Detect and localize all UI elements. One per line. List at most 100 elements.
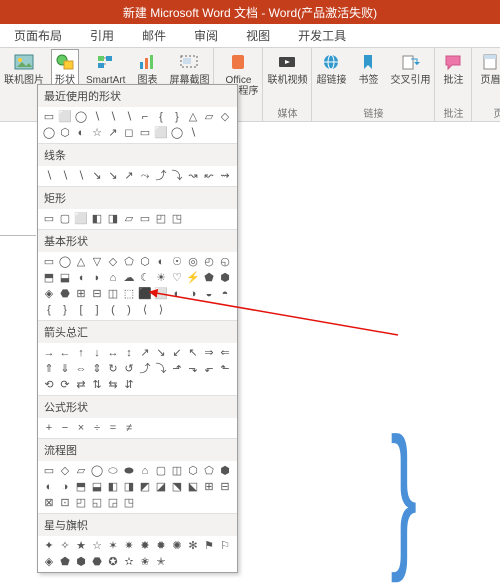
shape-item[interactable]: ▭ — [42, 110, 56, 124]
shape-item[interactable]: → — [42, 346, 56, 360]
brace-shape[interactable]: } — [390, 402, 417, 586]
online-video-button[interactable]: 联机视频 — [267, 50, 307, 86]
shape-item[interactable]: ✸ — [138, 539, 152, 553]
shape-item[interactable]: ∖ — [90, 110, 104, 124]
shape-item[interactable]: ▽ — [90, 255, 104, 269]
shape-item[interactable]: ◇ — [218, 110, 232, 124]
shape-item[interactable]: ◧ — [106, 480, 120, 494]
shape-item[interactable]: ⊡ — [58, 496, 72, 510]
shape-item[interactable]: ∖ — [122, 110, 136, 124]
hyperlink-button[interactable]: 超链接 — [316, 50, 346, 86]
shape-item[interactable]: ⬜ — [154, 126, 168, 140]
shape-item[interactable]: { — [154, 110, 168, 124]
tab-references[interactable]: 引用 — [76, 24, 128, 47]
shape-item[interactable]: ⬢ — [218, 271, 232, 285]
shape-item[interactable]: ≠ — [122, 421, 136, 435]
shape-item[interactable]: ⟩ — [154, 303, 168, 317]
shape-item[interactable]: ⬠ — [122, 255, 136, 269]
shape-item[interactable]: ✫ — [122, 555, 136, 569]
shape-item[interactable]: ▱ — [202, 110, 216, 124]
shape-item[interactable]: ↕ — [122, 346, 136, 360]
shape-item[interactable]: ⬒ — [74, 480, 88, 494]
shape-item[interactable]: ⬑ — [218, 362, 232, 376]
comment-button[interactable]: 批注 — [439, 50, 467, 86]
shape-item[interactable]: ◫ — [106, 287, 120, 301]
shape-item[interactable]: ⇑ — [42, 362, 56, 376]
tab-review[interactable]: 审阅 — [180, 24, 232, 47]
shape-item[interactable]: ∖ — [58, 169, 72, 183]
shape-item[interactable]: ∖ — [106, 110, 120, 124]
shape-item[interactable]: ∖ — [74, 169, 88, 183]
tab-developer[interactable]: 开发工具 — [284, 24, 360, 47]
shape-item[interactable]: ⬣ — [90, 555, 104, 569]
online-pictures-button[interactable]: 联机图片 — [4, 50, 44, 86]
shape-item[interactable]: ⬔ — [170, 480, 184, 494]
shape-item[interactable]: ◪ — [154, 480, 168, 494]
shape-item[interactable]: ⬜ — [154, 287, 168, 301]
shape-item[interactable]: ⚑ — [202, 539, 216, 553]
shape-item[interactable]: ( — [106, 303, 120, 317]
shape-item[interactable]: ◻ — [122, 126, 136, 140]
shape-item[interactable]: ↝ — [186, 169, 200, 183]
crossref-button[interactable]: 交叉引用 — [390, 50, 430, 86]
shape-item[interactable]: ⬡ — [138, 255, 152, 269]
shape-item[interactable]: − — [58, 421, 72, 435]
shape-item[interactable]: ⇄ — [74, 378, 88, 392]
shape-item[interactable]: ◰ — [154, 212, 168, 226]
shape-item[interactable]: ↻ — [106, 362, 120, 376]
shape-item[interactable]: ← — [58, 346, 72, 360]
shape-item[interactable]: ✬ — [138, 555, 152, 569]
shape-item[interactable]: ⌂ — [138, 464, 152, 478]
shape-item[interactable]: ◓ — [218, 287, 232, 301]
shape-item[interactable]: ☾ — [138, 271, 152, 285]
shape-item[interactable]: ✷ — [122, 539, 136, 553]
shape-item[interactable]: ◈ — [42, 555, 56, 569]
shape-item[interactable]: ⬠ — [202, 464, 216, 478]
shape-item[interactable]: ◳ — [122, 496, 136, 510]
shape-item[interactable]: ⤴ — [154, 169, 168, 183]
shape-item[interactable]: ∖ — [186, 126, 200, 140]
shape-item[interactable]: ⇵ — [122, 378, 136, 392]
shape-item[interactable]: ⊟ — [218, 480, 232, 494]
shape-item[interactable]: ⊠ — [42, 496, 56, 510]
shape-item[interactable]: ↗ — [138, 346, 152, 360]
shape-item[interactable]: ⬟ — [58, 555, 72, 569]
shape-item[interactable]: ⚡ — [186, 271, 200, 285]
shape-item[interactable]: ⬬ — [122, 464, 136, 478]
shape-item[interactable]: ✺ — [170, 539, 184, 553]
shape-item[interactable]: ⬡ — [58, 126, 72, 140]
shape-item[interactable]: ⬏ — [170, 362, 184, 376]
shape-item[interactable]: ☉ — [170, 255, 184, 269]
shape-item[interactable]: ▭ — [42, 464, 56, 478]
bookmark-button[interactable]: 书签 — [354, 50, 382, 86]
shape-item[interactable]: ✹ — [154, 539, 168, 553]
tab-view[interactable]: 视图 — [232, 24, 284, 47]
shape-item[interactable]: ✧ — [58, 539, 72, 553]
shape-item[interactable]: ⬐ — [202, 362, 216, 376]
shape-item[interactable]: ◗ — [90, 271, 104, 285]
shape-item[interactable]: ⇐ — [218, 346, 232, 360]
shape-item[interactable]: ◇ — [106, 255, 120, 269]
shape-item[interactable]: ✻ — [186, 539, 200, 553]
shape-item[interactable]: ⬒ — [42, 271, 56, 285]
shape-item[interactable]: ↗ — [106, 126, 120, 140]
shape-item[interactable]: ◫ — [170, 464, 184, 478]
shape-item[interactable]: ⤵ — [170, 169, 184, 183]
shape-item[interactable]: ] — [90, 303, 104, 317]
smartart-button[interactable]: SmartArt — [86, 50, 125, 86]
shape-item[interactable]: ☀ — [154, 271, 168, 285]
shape-item[interactable]: ♡ — [170, 271, 184, 285]
shape-item[interactable]: △ — [186, 110, 200, 124]
shape-item[interactable]: [ — [74, 303, 88, 317]
shape-item[interactable]: ▱ — [122, 212, 136, 226]
shape-item[interactable]: ✦ — [42, 539, 56, 553]
shape-item[interactable]: ◧ — [90, 212, 104, 226]
shape-item[interactable]: ⬭ — [106, 464, 120, 478]
shape-item[interactable]: ◯ — [90, 464, 104, 478]
shape-item[interactable]: ◐ — [154, 255, 168, 269]
shape-item[interactable]: ⇔ — [74, 362, 88, 376]
shape-item[interactable]: } — [170, 110, 184, 124]
shape-item[interactable]: ⊞ — [74, 287, 88, 301]
shape-item[interactable]: ▢ — [154, 464, 168, 478]
shape-item[interactable]: ⬟ — [202, 271, 216, 285]
